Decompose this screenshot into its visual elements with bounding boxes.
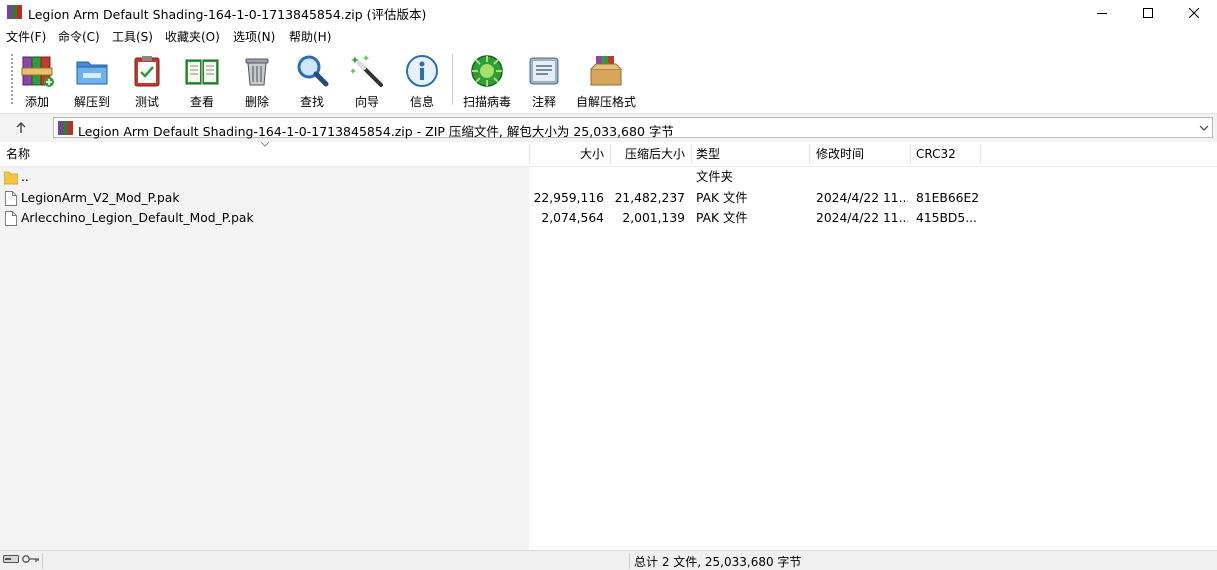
file-list-header: 名称 大小 压缩后大小 类型 修改时间 CRC32 [0, 142, 1217, 167]
virus-scan-label: 扫描病毒 [462, 95, 511, 109]
item-type: 文件夹 [696, 170, 733, 184]
toolbar: 添加 解压到 测试 查看 删除 查找 向导 信息 扫描病毒 注释 自解压格式 [0, 47, 1217, 113]
drive-icon[interactable] [3, 554, 19, 564]
item-size: 2,074,564 [541, 211, 604, 225]
maximize-button[interactable] [1125, 0, 1171, 25]
extract-to-button[interactable]: 解压到 [64, 50, 120, 110]
address-text: Legion Arm Default Shading-164-1-0-17138… [78, 124, 674, 139]
minimize-button[interactable] [1079, 0, 1125, 25]
file-icon [5, 211, 17, 226]
title-bar: Legion Arm Default Shading-164-1-0-17138… [0, 0, 1217, 25]
add-button[interactable]: 添加 [9, 50, 65, 110]
item-type: PAK 文件 [696, 191, 748, 205]
item-name: .. [21, 170, 29, 184]
key-icon[interactable] [22, 554, 40, 564]
menu-options[interactable]: 选项(N) [232, 28, 276, 45]
virus-scan-icon [469, 53, 505, 89]
column-packed[interactable]: 压缩后大小 [611, 142, 691, 166]
status-summary: 总计 2 文件, 25,033,680 字节 [634, 555, 802, 569]
file-list: .. 文件夹 LegionArm_V2_Mod_P.pak 22,959,116… [0, 167, 1217, 550]
add-label: 添加 [24, 95, 49, 109]
item-size: 22,959,116 [533, 191, 604, 205]
wizard-button[interactable]: 向导 [339, 50, 395, 110]
toolbar-separator [452, 53, 453, 105]
extract-folder-icon [74, 53, 110, 89]
column-size[interactable]: 大小 [530, 142, 610, 166]
item-name: LegionArm_V2_Mod_P.pak [21, 191, 180, 205]
chevron-down-icon[interactable] [1199, 123, 1209, 133]
sort-caret-icon [261, 142, 269, 147]
minimize-icon [1097, 12, 1107, 14]
up-folder-button[interactable] [10, 118, 32, 138]
column-type[interactable]: 类型 [691, 142, 809, 166]
menu-favorites[interactable]: 收藏夹(O) [164, 28, 221, 45]
info-button[interactable]: 信息 [394, 50, 450, 110]
archive-icon [58, 121, 73, 135]
arrow-up-icon [16, 122, 26, 133]
menu-commands[interactable]: 命令(C) [57, 28, 101, 45]
sfx-box-icon [588, 53, 624, 89]
winrar-books-icon [7, 5, 22, 19]
menu-help[interactable]: 帮助(H) [288, 28, 332, 45]
address-bar: Legion Arm Default Shading-164-1-0-17138… [0, 113, 1217, 142]
view-label: 查看 [189, 95, 214, 109]
item-modified: 2024/4/22 11... [816, 191, 908, 205]
item-name: Arlecchino_Legion_Default_Mod_P.pak [21, 211, 254, 225]
status-divider [629, 553, 630, 569]
test-button[interactable]: 测试 [119, 50, 175, 110]
folder-icon [4, 171, 18, 185]
delete-label: 删除 [244, 95, 269, 109]
add-archive-icon [19, 53, 55, 89]
column-separator[interactable] [980, 144, 981, 164]
comment-label: 注释 [531, 95, 556, 109]
window-title: Legion Arm Default Shading-164-1-0-17138… [28, 7, 427, 22]
menu-tools[interactable]: 工具(S) [111, 28, 154, 45]
status-bar: 总计 2 文件, 25,033,680 字节 [0, 550, 1217, 570]
status-divider [42, 553, 43, 569]
list-item[interactable]: Arlecchino_Legion_Default_Mod_P.pak 2,07… [0, 208, 1217, 229]
wizard-wand-icon [349, 53, 385, 89]
find-label: 查找 [299, 95, 324, 109]
item-crc: 81EB66E2 [916, 191, 980, 205]
sfx-button[interactable]: 自解压格式 [571, 50, 641, 110]
test-label: 测试 [134, 95, 159, 109]
list-item[interactable]: LegionArm_V2_Mod_P.pak 22,959,116 21,482… [0, 188, 1217, 209]
extract-to-label: 解压到 [73, 95, 110, 109]
item-packed-size: 2,001,139 [622, 211, 685, 225]
address-field[interactable]: Legion Arm Default Shading-164-1-0-17138… [53, 117, 1213, 139]
menu-file[interactable]: 文件(F) [5, 28, 47, 45]
item-crc: 415BD5... [916, 211, 977, 225]
test-clipboard-icon [129, 53, 165, 89]
maximize-icon [1143, 7, 1153, 18]
find-magnifier-icon [294, 53, 330, 89]
view-button[interactable]: 查看 [174, 50, 230, 110]
info-label: 信息 [409, 95, 434, 109]
close-icon [1189, 7, 1199, 18]
virus-scan-button[interactable]: 扫描病毒 [459, 50, 515, 110]
delete-trash-icon [239, 53, 275, 89]
item-packed-size: 21,482,237 [614, 191, 685, 205]
column-modified[interactable]: 修改时间 [810, 142, 910, 166]
sfx-label: 自解压格式 [575, 95, 636, 109]
item-type: PAK 文件 [696, 211, 748, 225]
close-button[interactable] [1171, 0, 1217, 25]
file-icon [5, 191, 17, 206]
item-modified: 2024/4/22 11... [816, 211, 908, 225]
column-crc[interactable]: CRC32 [910, 142, 980, 166]
wizard-label: 向导 [354, 95, 379, 109]
view-book-icon [184, 53, 220, 89]
status-icons [3, 554, 40, 564]
comment-button[interactable]: 注释 [516, 50, 572, 110]
comment-icon [526, 53, 562, 89]
find-button[interactable]: 查找 [284, 50, 340, 110]
info-icon [404, 53, 440, 89]
menu-bar: 文件(F) 命令(C) 工具(S) 收藏夹(O) 选项(N) 帮助(H) [0, 25, 1217, 47]
list-item[interactable]: .. 文件夹 [0, 167, 1217, 188]
delete-button[interactable]: 删除 [229, 50, 285, 110]
